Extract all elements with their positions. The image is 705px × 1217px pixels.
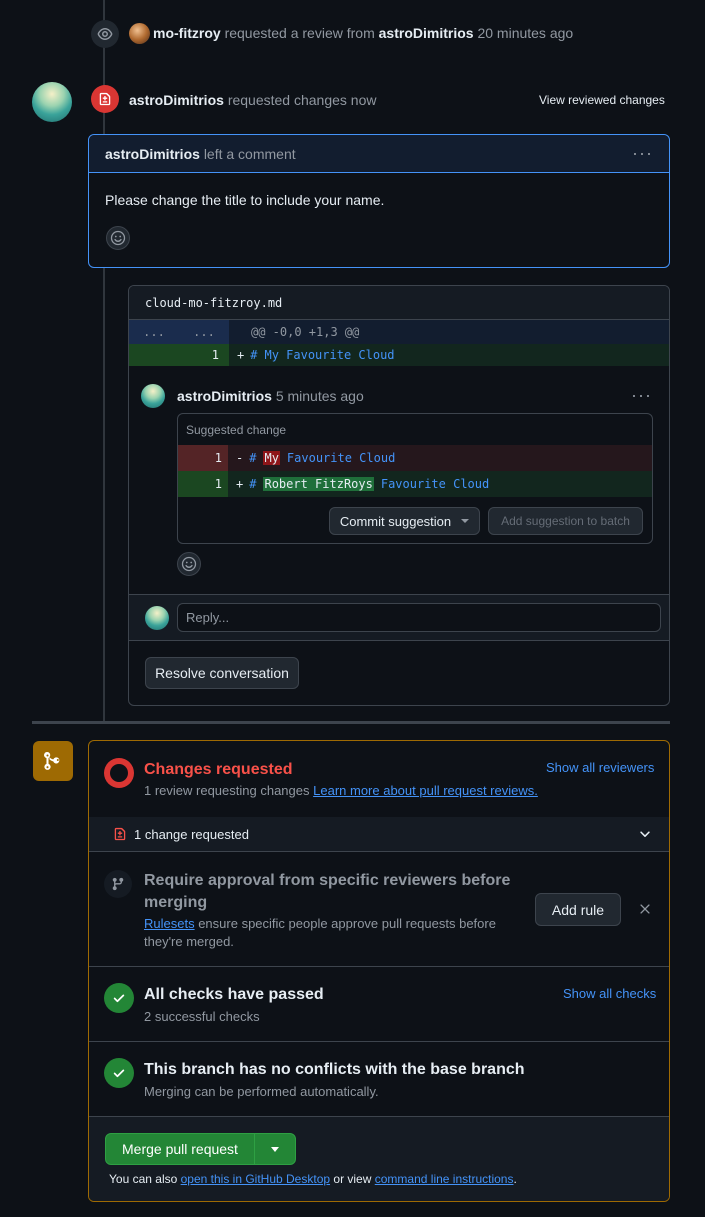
close-icon[interactable] xyxy=(638,902,652,919)
file-diff-icon xyxy=(113,826,127,845)
checks-section: All checks have passed 2 successful chec… xyxy=(89,966,669,1041)
suggested-change-box: Suggested change 1 - # My Favourite Clou… xyxy=(177,413,653,544)
avatar-mo-fitzroy[interactable] xyxy=(129,23,150,44)
reply-input[interactable]: Reply... xyxy=(177,603,661,632)
view-reviewed-changes-link[interactable]: View reviewed changes xyxy=(539,93,665,107)
command-line-link[interactable]: command line instructions xyxy=(375,1172,514,1186)
ruleset-section: Require approval from specific reviewers… xyxy=(89,851,669,966)
diff-marker: + xyxy=(236,477,244,491)
line-number: 1 xyxy=(178,445,228,471)
show-all-checks-link[interactable]: Show all checks xyxy=(563,986,656,1001)
thread-comment-header: astroDimitrios 5 minutes ago xyxy=(177,388,364,404)
merge-options-dropdown[interactable] xyxy=(254,1134,295,1164)
event-target[interactable]: astroDimitrios xyxy=(379,25,474,41)
show-all-reviewers-link[interactable]: Show all reviewers xyxy=(546,760,654,775)
check-icon xyxy=(104,983,134,1013)
diff-marker: + xyxy=(237,348,245,362)
suggestion-deleted-row: 1 - # My Favourite Cloud xyxy=(178,445,652,471)
kebab-menu-icon[interactable]: ··· xyxy=(631,385,652,406)
suggested-change-label: Suggested change xyxy=(186,422,287,437)
smiley-icon[interactable] xyxy=(177,552,201,576)
review-request-event: mo-fitzroy requested a review from astro… xyxy=(153,25,573,41)
add-rule-button[interactable]: Add rule xyxy=(535,893,621,926)
diff-hash: # xyxy=(250,348,258,362)
triangle-down-icon xyxy=(461,519,470,523)
review-thread: cloud-mo-fitzroy.md ... ... @@ -0,0 +1,3… xyxy=(128,285,670,706)
footer-mid: or view xyxy=(333,1172,372,1186)
merge-box: Changes requested 1 review requesting ch… xyxy=(88,740,670,1202)
avatar-astroDimitrios[interactable] xyxy=(32,82,72,122)
change-requested-row[interactable]: 1 change requested xyxy=(89,816,669,851)
diff-added-row: 1 + # My Favourite Cloud xyxy=(129,344,669,366)
eye-icon xyxy=(91,20,119,48)
git-branch-icon xyxy=(104,870,132,898)
comment-action: left a comment xyxy=(203,145,296,162)
status-sub: 1 review requesting changes xyxy=(144,783,310,798)
git-merge-icon xyxy=(33,741,73,781)
conflicts-sub: Merging can be performed automatically. xyxy=(144,1084,379,1099)
diff-line-text: Favourite Cloud xyxy=(380,477,490,491)
diff-hash: # xyxy=(249,477,257,491)
conflicts-section: This branch has no conflicts with the ba… xyxy=(89,1041,669,1116)
merge-pull-request-button[interactable]: Merge pull request xyxy=(106,1141,254,1157)
review-comment-header: astroDimitrios left a comment ··· xyxy=(89,135,669,173)
diff-highlight: My xyxy=(263,451,280,465)
change-requested-label: 1 change requested xyxy=(134,827,249,842)
diff-hash: # xyxy=(249,451,257,465)
avatar[interactable] xyxy=(141,384,165,408)
comment-author[interactable]: astroDimitrios xyxy=(105,146,200,162)
event-time[interactable]: 20 minutes ago xyxy=(477,25,573,41)
checks-sub: 2 successful checks xyxy=(144,1009,260,1024)
diff-line-text: Favourite Cloud xyxy=(286,451,396,465)
chevron-down-icon[interactable] xyxy=(638,827,652,844)
hunk-expand-left[interactable]: ... xyxy=(129,325,179,339)
ruleset-text: ensure specific people approve pull requ… xyxy=(144,916,496,949)
learn-more-link[interactable]: Learn more about pull request reviews. xyxy=(313,783,538,798)
commit-suggestion-label: Commit suggestion xyxy=(339,513,452,529)
line-number: 1 xyxy=(178,471,228,497)
smiley-icon[interactable] xyxy=(106,226,130,250)
hunk-header: @@ -0,0 +1,3 @@ xyxy=(251,325,360,339)
avatar xyxy=(145,606,169,630)
kebab-menu-icon[interactable]: ··· xyxy=(632,143,653,164)
merge-button-group: Merge pull request xyxy=(105,1133,296,1165)
hunk-row: ... ... @@ -0,0 +1,3 @@ xyxy=(129,320,669,344)
rulesets-link[interactable]: Rulesets xyxy=(144,916,195,931)
ruleset-desc: Rulesets ensure specific people approve … xyxy=(144,915,514,951)
review-action: requested changes now xyxy=(227,92,377,108)
changes-requested-icon xyxy=(104,758,134,788)
thread-comment-author[interactable]: astroDimitrios xyxy=(177,388,272,404)
comment-body: Please change the title to include your … xyxy=(105,192,385,208)
commit-suggestion-button[interactable]: Commit suggestion xyxy=(329,507,480,535)
ruleset-title: Require approval from specific reviewers… xyxy=(144,872,511,911)
footer-prefix: You can also xyxy=(109,1172,178,1186)
hunk-expand-right[interactable]: ... xyxy=(179,325,229,339)
review-author[interactable]: astroDimitrios xyxy=(129,92,224,108)
merge-action-section: Merge pull request You can also open thi… xyxy=(89,1116,669,1201)
review-comment-box: astroDimitrios left a comment ··· Please… xyxy=(88,134,670,268)
diff-marker: - xyxy=(236,451,244,465)
resolve-conversation-button[interactable]: Resolve conversation xyxy=(145,657,299,689)
timeline-divider xyxy=(32,721,670,724)
suggestion-added-row: 1 + # Robert FitzRoys Favourite Cloud xyxy=(178,471,652,497)
footer-end: . xyxy=(513,1172,517,1186)
event-action: requested a review from xyxy=(224,25,375,41)
diff-highlight: Robert FitzRoys xyxy=(263,477,374,491)
review-header: astroDimitrios requested changes now xyxy=(129,92,376,108)
check-icon xyxy=(104,1058,134,1088)
conflicts-title: This branch has no conflicts with the ba… xyxy=(144,1061,525,1078)
status-title: Changes requested xyxy=(144,761,293,778)
triangle-down-icon xyxy=(271,1146,280,1152)
thread-comment-time[interactable]: 5 minutes ago xyxy=(276,388,364,404)
github-desktop-link[interactable]: open this in GitHub Desktop xyxy=(181,1172,330,1186)
event-actor[interactable]: mo-fitzroy xyxy=(153,25,221,41)
file-diff-icon xyxy=(91,85,119,113)
status-subline: 1 review requesting changes Learn more a… xyxy=(144,783,538,798)
add-to-batch-button[interactable]: Add suggestion to batch xyxy=(488,507,643,535)
checks-title: All checks have passed xyxy=(144,986,324,1003)
diff-line-text: My Favourite Cloud xyxy=(264,348,395,362)
thread-filename[interactable]: cloud-mo-fitzroy.md xyxy=(129,286,669,320)
merge-footer: You can also open this in GitHub Desktop… xyxy=(109,1172,517,1186)
line-number[interactable]: 1 xyxy=(129,344,229,366)
